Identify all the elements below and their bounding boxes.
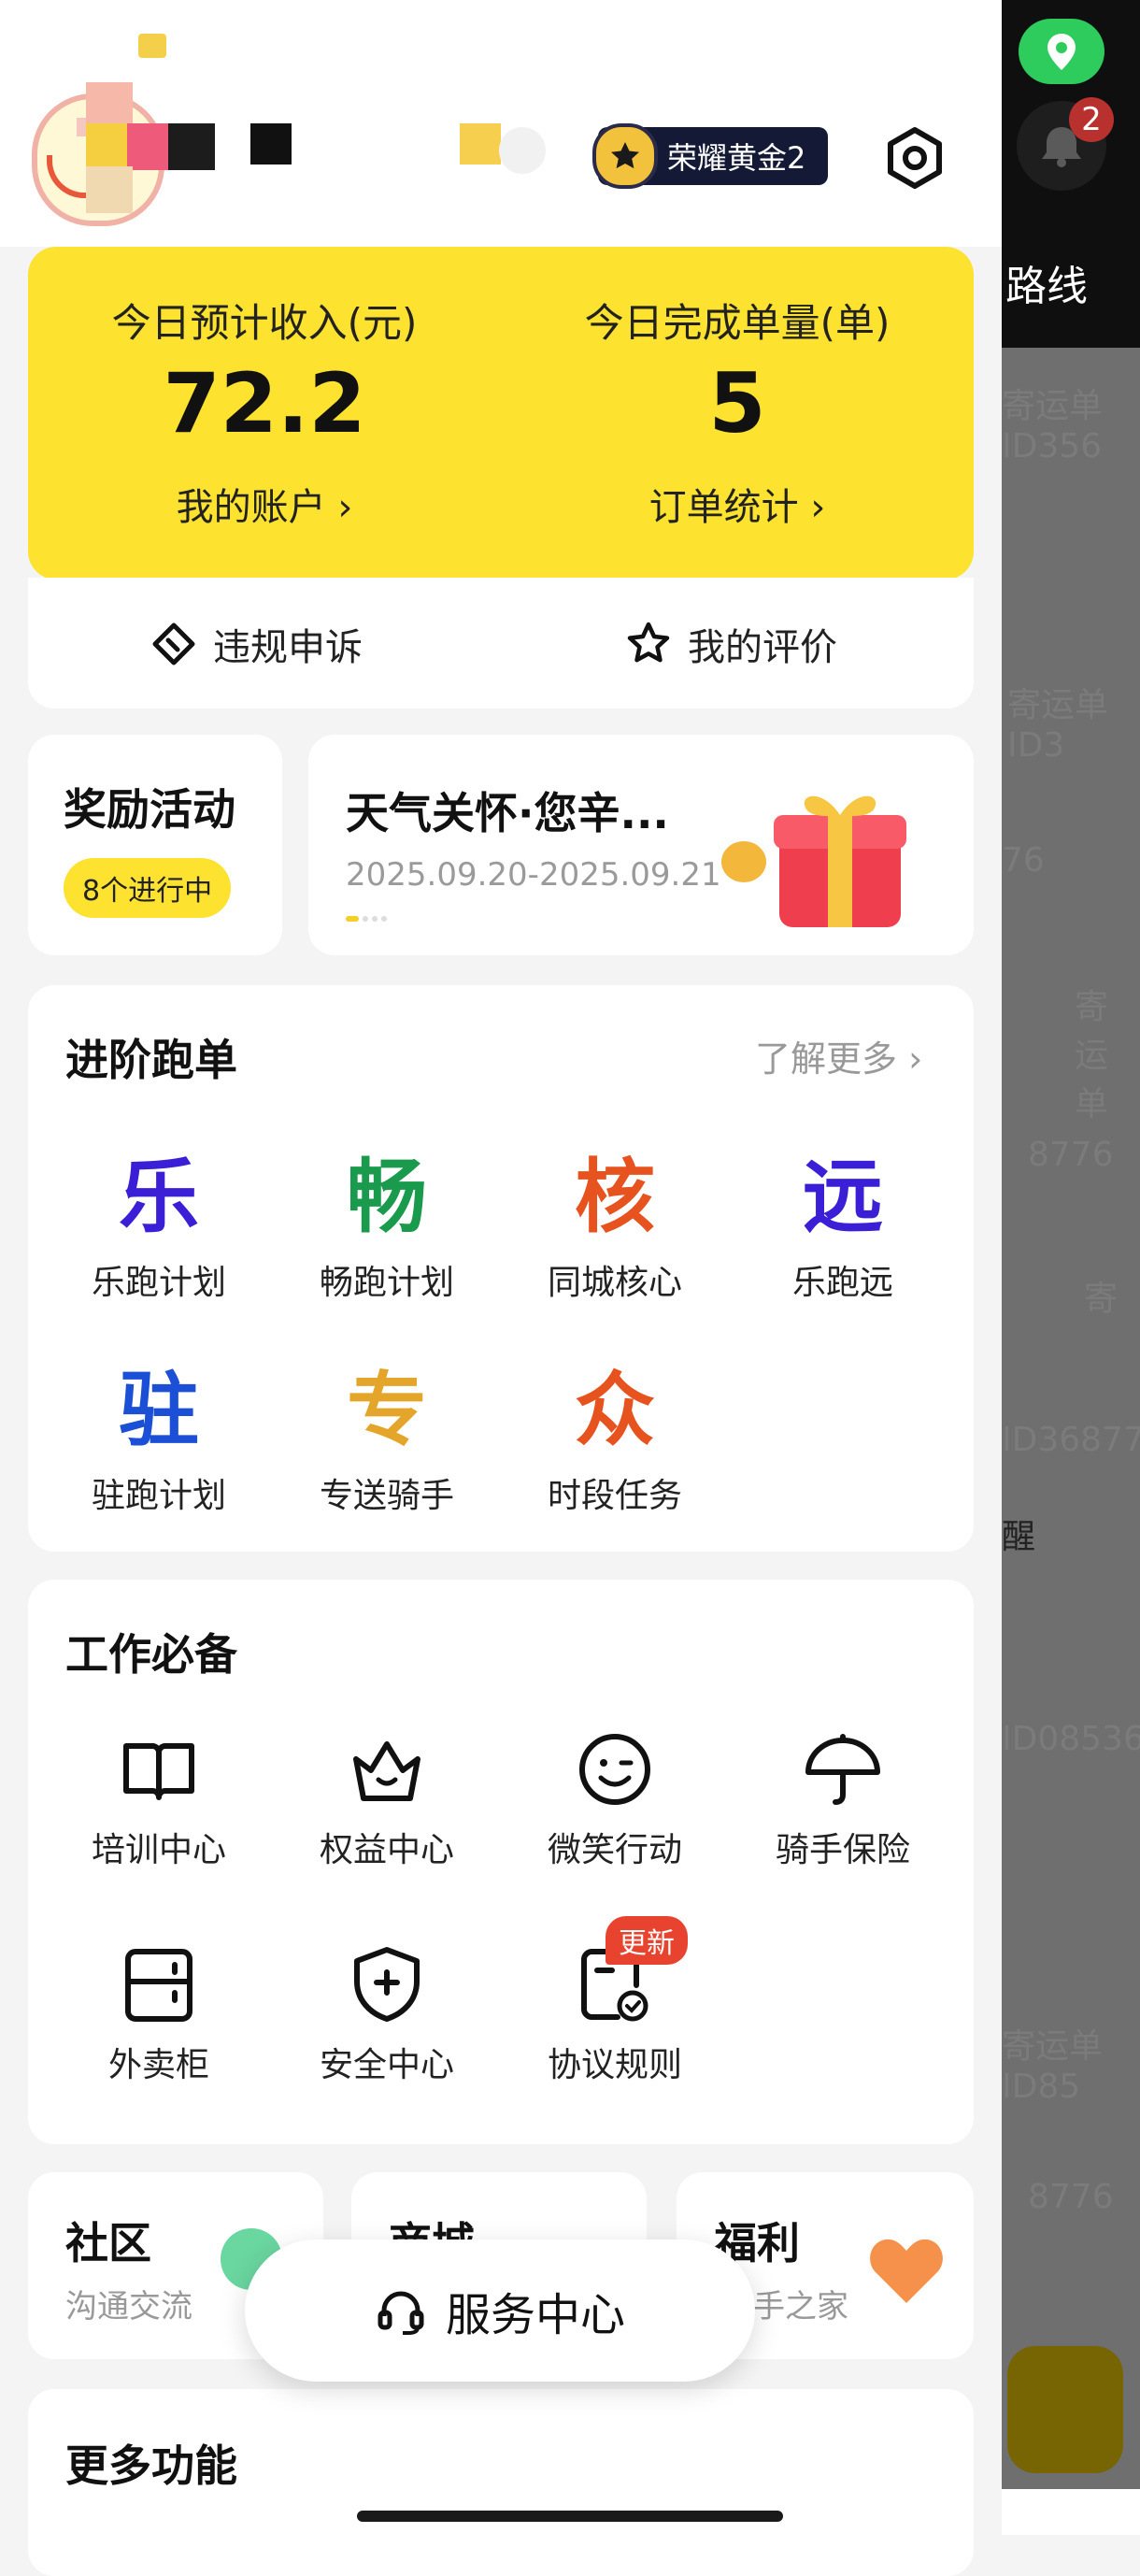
star-outline-icon	[627, 622, 670, 663]
more-functions-title: 更多功能	[65, 2440, 237, 2491]
rewards-title: 奖励活动	[64, 784, 235, 835]
banner-date: 2025.09.20-2025.09.21	[346, 856, 721, 894]
rewards-count-badge: 8个进行中	[64, 858, 232, 918]
community-subtitle: 沟通交流	[65, 2288, 192, 2326]
update-badge: 更新	[606, 1916, 688, 1965]
crown-icon	[284, 1729, 490, 1810]
shield-plus-icon	[284, 1944, 490, 2025]
faded-order-text: ID085368	[1002, 1720, 1140, 1758]
le-plan-icon: 乐	[119, 1151, 199, 1244]
book-icon	[56, 1729, 262, 1810]
rank-star-icon	[592, 123, 658, 189]
my-account-link[interactable]: 我的账户 ›	[28, 477, 501, 531]
remind-label: 醒	[1002, 1518, 1036, 1556]
home-indicator[interactable]	[357, 2511, 783, 2522]
advanced-title: 进阶跑单	[65, 1035, 237, 1085]
work-item-label: 培训中心	[91, 1831, 226, 1869]
orders-title: 今日完成单量(单)	[584, 300, 891, 346]
route-tab-label[interactable]: 路线	[1005, 252, 1088, 312]
faded-order-text: 寄运单	[1075, 988, 1109, 1123]
core-city-icon: 核	[575, 1151, 655, 1244]
carousel-dot	[381, 916, 387, 922]
appeal-button[interactable]: 违规申诉	[150, 617, 363, 671]
decoration	[138, 34, 166, 58]
advanced-item[interactable]: 核 同城核心	[512, 1131, 718, 1304]
orders-value: 5	[708, 355, 766, 451]
advanced-item-label: 乐跑计划	[91, 1264, 226, 1302]
location-pin-icon	[1047, 34, 1076, 70]
work-item-label: 外卖柜	[107, 2046, 209, 2084]
advanced-item[interactable]: 畅 畅跑计划	[284, 1131, 490, 1304]
appeal-icon	[152, 623, 195, 665]
gift-box-icon	[718, 772, 942, 944]
faded-order-text: 寄运单ID85	[1002, 2027, 1104, 2106]
notification-count-badge: 2	[1069, 97, 1114, 142]
background-action-button[interactable]	[1007, 2346, 1123, 2473]
work-item[interactable]: 安全中心	[284, 1944, 490, 2086]
work-item[interactable]: 外卖柜	[56, 1944, 262, 2086]
advanced-item-label: 同城核心	[547, 1264, 682, 1302]
faded-order-text: 寄运单ID356	[1002, 387, 1104, 465]
advanced-item[interactable]: 远 乐跑远	[740, 1131, 946, 1304]
faded-order-text: 8776	[1028, 1136, 1114, 1174]
carousel-dot	[363, 916, 368, 922]
faded-order-text: 寄	[1084, 1280, 1119, 1318]
work-item[interactable]: 培训中心	[56, 1729, 262, 1871]
work-item-label: 安全中心	[319, 2046, 454, 2084]
dedicated-rider-icon: 专	[347, 1364, 427, 1457]
banner-title: 天气关怀·您辛...	[346, 788, 669, 838]
faded-order-text: ID368776	[1002, 1421, 1140, 1459]
advanced-item-label: 驻跑计划	[91, 1477, 226, 1515]
rank-label: 荣耀黄金2	[667, 140, 806, 176]
work-item[interactable]: 协议规则	[512, 1944, 718, 2086]
faded-order-text: 8776	[1028, 2178, 1114, 2216]
advanced-item-label: 专送骑手	[319, 1477, 454, 1515]
chevron-right-icon: ›	[908, 1038, 923, 1080]
advanced-item-label: 乐跑远	[791, 1264, 893, 1302]
advanced-item[interactable]: 专 专送骑手	[284, 1344, 490, 1517]
advanced-item-label: 时段任务	[547, 1477, 682, 1515]
chang-plan-icon: 畅	[347, 1151, 427, 1244]
work-item-label: 微笑行动	[547, 1831, 682, 1869]
umbrella-icon	[740, 1729, 946, 1810]
order-stats-link[interactable]: 订单统计 ›	[501, 477, 974, 531]
my-rating-button[interactable]: 我的评价	[624, 617, 837, 671]
carousel-dot	[372, 916, 378, 922]
welfare-subtitle: 手之家	[753, 2288, 848, 2326]
my-rating-label: 我的评价	[688, 626, 837, 669]
zhu-plan-icon: 驻	[119, 1364, 199, 1457]
advanced-item[interactable]: 驻 驻跑计划	[56, 1344, 262, 1517]
work-item[interactable]: 微笑行动	[512, 1729, 718, 1871]
time-task-icon: 众	[575, 1364, 655, 1457]
advanced-item[interactable]: 众 时段任务	[512, 1344, 718, 1517]
appeal-label: 违规申诉	[213, 626, 363, 669]
work-item[interactable]: 骑手保险	[740, 1729, 946, 1871]
advanced-item-label: 畅跑计划	[319, 1264, 454, 1302]
income-value: 72.2	[163, 355, 366, 451]
heart-icon	[867, 2234, 946, 2311]
work-item-label: 权益中心	[319, 1831, 454, 1869]
work-item-label: 协议规则	[547, 2046, 682, 2084]
headset-icon	[378, 2291, 424, 2335]
work-item-label: 骑手保险	[775, 1831, 910, 1869]
advanced-item[interactable]: 乐 乐跑计划	[56, 1131, 262, 1304]
faded-order-text: 寄运单ID3	[1007, 686, 1109, 765]
locker-icon	[56, 1944, 262, 2025]
community-title: 社区	[65, 2218, 151, 2268]
rewards-card[interactable]	[28, 735, 282, 955]
service-center-label: 服务中心	[445, 2289, 625, 2341]
rank-badge[interactable]: 荣耀黄金2	[592, 123, 829, 189]
service-center-button[interactable]: 服务中心	[245, 2240, 755, 2382]
le-far-icon: 远	[803, 1151, 883, 1244]
work-item[interactable]: 权益中心	[284, 1729, 490, 1871]
smile-wink-icon	[512, 1729, 718, 1810]
settings-icon	[888, 127, 942, 189]
income-title: 今日预计收入(元)	[111, 300, 418, 346]
location-button[interactable]	[1019, 19, 1104, 84]
work-title: 工作必备	[65, 1629, 237, 1680]
settings-button[interactable]	[882, 125, 948, 191]
learn-more-link[interactable]: 了解更多 ›	[755, 1030, 922, 1081]
faded-order-text: 76	[1002, 841, 1045, 880]
carousel-dot-active	[346, 916, 359, 922]
